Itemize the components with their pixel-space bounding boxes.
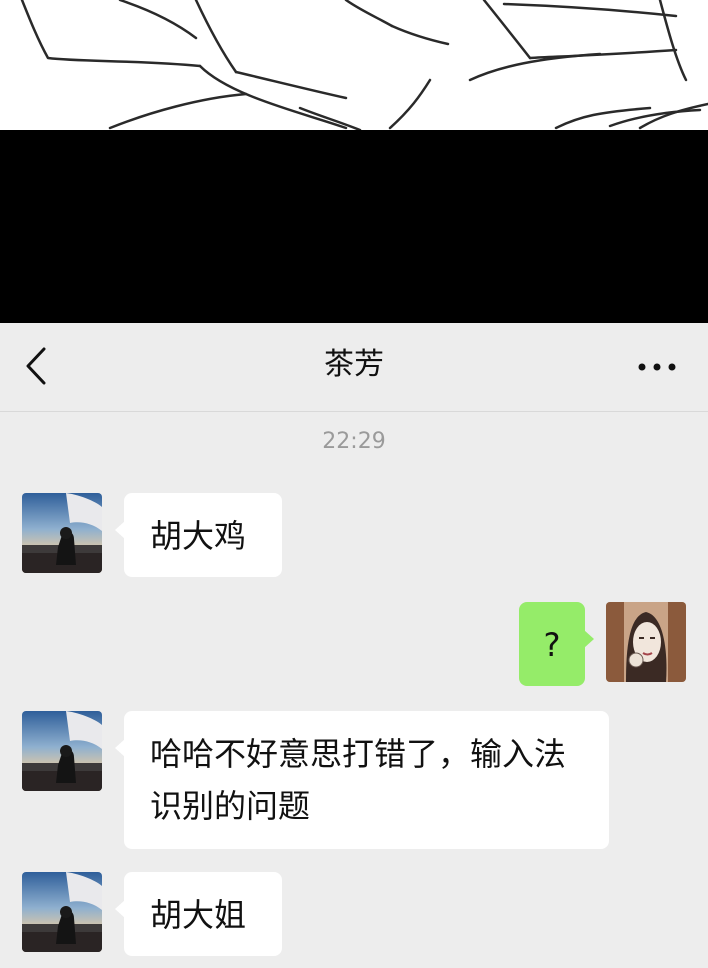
message-bubble-outgoing: ?: [519, 602, 594, 686]
contact-photo: [22, 493, 102, 573]
contact-photo: [22, 872, 102, 952]
message-text: 哈哈不好意思打错了，输入法识别的问题: [150, 735, 567, 825]
chat-title: 茶芳: [324, 347, 384, 382]
message-bubble-incoming: 哈哈不好意思打错了，输入法识别的问题: [115, 711, 609, 849]
black-band: [0, 130, 708, 323]
message-text: ?: [543, 626, 561, 664]
ellipsis-icon: [638, 363, 676, 371]
message-bubble-incoming: 胡大姐: [115, 872, 282, 956]
nav-bar: 茶芳: [0, 323, 708, 412]
chat-window: 茶芳 22:29 胡大鸡 ? 哈哈不好意思打错了，输入法识别的问题 胡大姐: [0, 323, 708, 968]
message-text: 胡大姐: [150, 896, 247, 934]
contact-avatar[interactable]: [22, 493, 102, 573]
message-timestamp: 22:29: [322, 429, 386, 454]
sketch-lines: [20, 0, 708, 130]
message-bubble-incoming: 胡大鸡: [115, 493, 282, 577]
more-button[interactable]: [632, 347, 682, 387]
contact-photo: [22, 711, 102, 791]
sketch-artwork: [0, 0, 708, 130]
message-text: 胡大鸡: [150, 517, 247, 555]
self-photo: [606, 602, 686, 682]
self-avatar[interactable]: [606, 602, 686, 682]
contact-avatar[interactable]: [22, 872, 102, 952]
contact-avatar[interactable]: [22, 711, 102, 791]
